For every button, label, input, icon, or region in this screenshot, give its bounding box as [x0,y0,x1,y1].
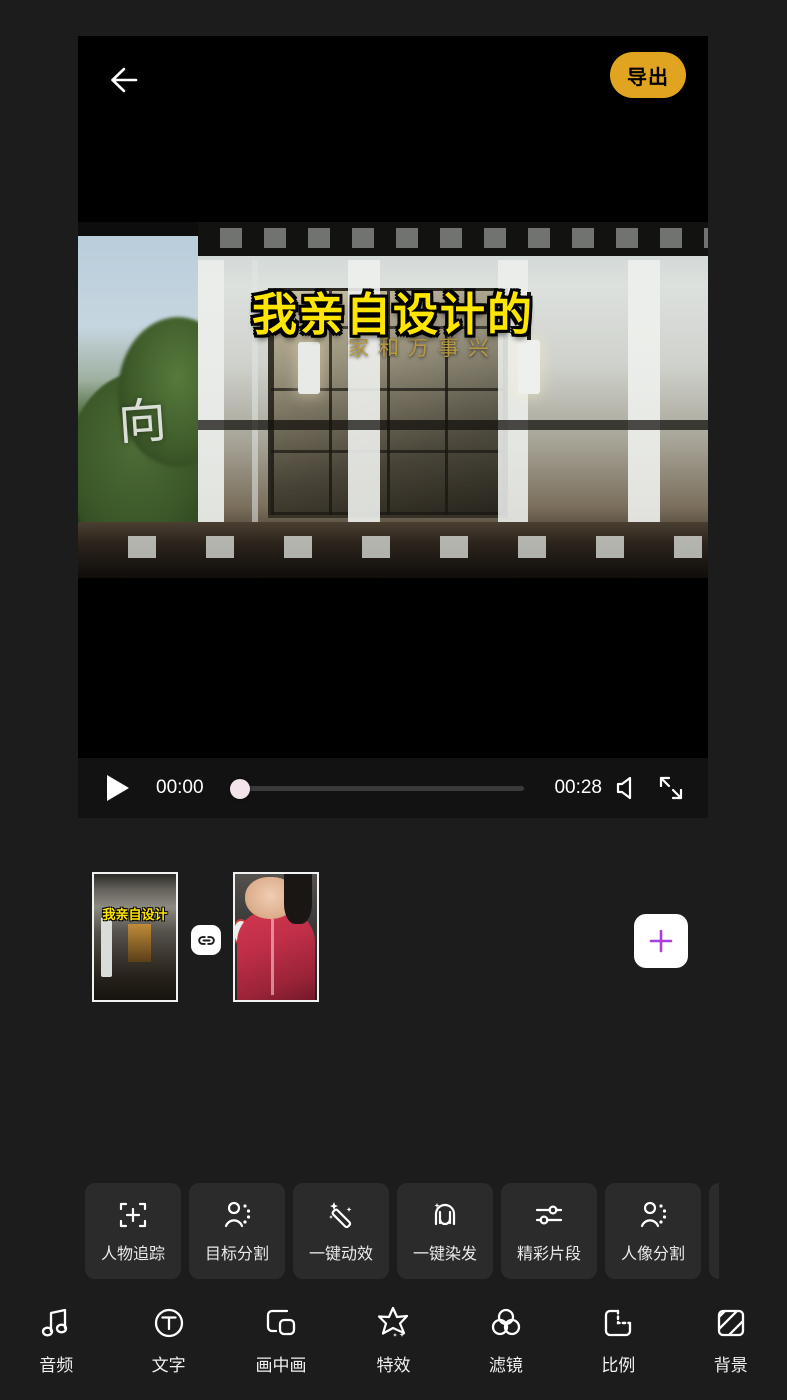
clip-thumbnail-caption: 我亲自设计 [94,904,176,923]
video-player-panel: 向 家和万事兴 我亲自设计的 导出 00:00 [78,36,708,818]
nav-item-label: 文字 [152,1351,186,1376]
portrait-hair [284,874,312,924]
target-track-icon [117,1199,149,1231]
nav-item-background[interactable]: 背景 [675,1305,787,1376]
nav-item-aspect-ratio[interactable]: 比例 [562,1305,674,1376]
nav-item-audio[interactable]: 音频 [0,1305,112,1376]
nav-item-label: 特效 [376,1351,410,1376]
tool-chip-label: 一键动效 [309,1240,373,1264]
tool-chip-label: 一键染发 [413,1240,477,1264]
nav-item-label: 音频 [39,1351,73,1376]
roof-band [198,222,708,256]
tool-chip-object-segmentation[interactable]: 目标分割 [189,1183,285,1279]
timeline-clip[interactable] [233,872,319,1002]
portrait-jacket [237,912,316,1000]
tool-chip-one-click-hair-dye[interactable]: 一键染发 [397,1183,493,1279]
current-time-label: 00:00 [156,777,204,799]
tool-chip-label: 目标分割 [205,1240,269,1264]
ai-tool-chip-row[interactable]: 人物追踪 目标分割 [85,1183,787,1279]
export-button[interactable]: 导出 [610,52,686,98]
plus-icon [647,927,675,955]
nav-item-label: 滤镜 [489,1351,523,1376]
back-icon[interactable] [106,58,152,102]
player-topbar: 导出 [78,36,708,122]
fullscreen-icon[interactable] [656,773,686,803]
tool-chip-label: 人像分割 [621,1240,685,1264]
portrait-segment-icon [637,1199,669,1231]
lantern-right [518,340,540,394]
portrait-zipper [271,919,274,995]
foreground-plinth [78,522,708,578]
tool-chip-next-partial[interactable] [709,1183,719,1279]
video-editor-screen: 向 家和万事兴 我亲自设计的 导出 00:00 [0,0,787,1400]
sparkle-star-icon [375,1305,411,1341]
bottom-toolbar: 音频 文字 画中画 [0,1288,787,1392]
balcony-rail [198,420,708,430]
player-controls: 00:00 00:28 [78,758,708,818]
play-icon[interactable] [100,771,134,805]
link-icon [197,931,216,950]
seek-slider[interactable] [230,771,525,805]
watermark-glyph: 向 [116,380,169,453]
tool-chip-portrait-segmentation[interactable]: 人像分割 [605,1183,701,1279]
nav-item-label: 背景 [714,1351,748,1376]
clip-thumbnail-building [94,874,176,1000]
volume-mute-icon[interactable] [614,773,644,803]
tool-chip-label: 精彩片段 [517,1240,581,1264]
object-segment-icon [221,1199,253,1231]
background-stripes-icon [713,1305,749,1341]
tool-chip-label: 人物追踪 [101,1240,165,1264]
text-t-icon [151,1305,187,1341]
nav-item-label: 画中画 [256,1351,307,1376]
aspect-ratio-icon [600,1305,636,1341]
picture-in-picture-icon [263,1305,299,1341]
nav-item-label: 比例 [601,1351,635,1376]
tool-chip-highlights[interactable]: 精彩片段 [501,1183,597,1279]
nav-item-text[interactable]: 文字 [112,1305,224,1376]
add-clip-button[interactable] [634,914,688,968]
nav-item-picture-in-picture[interactable]: 画中画 [225,1305,337,1376]
video-frame: 向 家和万事兴 我亲自设计的 [78,222,708,578]
nav-item-effects[interactable]: 特效 [337,1305,449,1376]
nav-item-filter[interactable]: 滤镜 [450,1305,562,1376]
tool-chip-person-tracking[interactable]: 人物追踪 [85,1183,181,1279]
transition-link-button[interactable] [191,925,221,955]
hair-dye-icon [429,1199,461,1231]
sliders-icon [533,1199,565,1231]
filter-circles-icon [488,1305,524,1341]
video-subtitle[interactable]: 我亲自设计的 [78,278,708,343]
seek-knob[interactable] [230,779,250,799]
magic-wand-icon [325,1199,357,1231]
clip-thumbnail-portrait [235,874,317,1000]
tool-chip-one-click-motion[interactable]: 一键动效 [293,1183,389,1279]
seek-track [230,786,525,791]
video-preview-stage[interactable]: 向 家和万事兴 我亲自设计的 [78,36,708,758]
total-time-label: 00:28 [554,777,602,799]
lantern-left [298,342,320,394]
music-note-icon [38,1305,74,1341]
timeline-clip[interactable]: 我亲自设计 [92,872,178,1002]
